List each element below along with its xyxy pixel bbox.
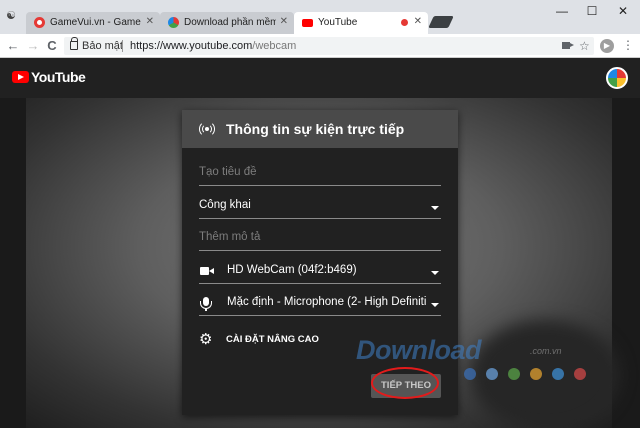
preview-edge-left bbox=[0, 98, 26, 428]
divider bbox=[122, 40, 123, 52]
watermark-dots bbox=[464, 368, 594, 382]
url-path: /webcam bbox=[252, 40, 297, 52]
url-text[interactable]: https://www.youtube.com/webcam bbox=[130, 37, 296, 55]
watermark-dot bbox=[508, 368, 520, 380]
camera-permission-icon[interactable] bbox=[562, 42, 574, 49]
tab-download[interactable]: Download phần mềm m ✕ bbox=[160, 12, 294, 34]
youtube-logo-icon[interactable] bbox=[12, 71, 29, 83]
chevron-down-icon bbox=[431, 303, 439, 307]
privacy-value: Công khai bbox=[199, 199, 251, 211]
close-window-button[interactable]: ✕ bbox=[609, 4, 637, 18]
watermark-logo: Download bbox=[356, 335, 482, 365]
extension-icon[interactable]: ▶ bbox=[600, 39, 614, 53]
title-input[interactable]: Tạo tiêu đề bbox=[199, 162, 441, 186]
camera-select[interactable]: HD WebCam (04f2:b469) bbox=[199, 260, 441, 284]
camera-value: HD WebCam (04f2:b469) bbox=[227, 264, 357, 276]
menu-icon[interactable]: ⋮ bbox=[622, 38, 634, 52]
gear-icon: ⚙ bbox=[199, 331, 213, 348]
tab-title: GameVui.vn - Game hay bbox=[50, 17, 142, 28]
maximize-button[interactable]: ☐ bbox=[578, 4, 606, 18]
chevron-down-icon bbox=[431, 206, 439, 210]
address-bar[interactable]: Bảo mật https://www.youtube.com/webcam ☆ bbox=[64, 37, 594, 55]
lock-icon[interactable] bbox=[70, 37, 78, 50]
dialog-header: Thông tin sự kiện trực tiếp bbox=[182, 110, 458, 148]
minimize-button[interactable]: — bbox=[548, 4, 576, 18]
new-tab-button[interactable] bbox=[428, 16, 454, 28]
gamevui-icon bbox=[34, 17, 45, 28]
reload-button[interactable]: C bbox=[44, 38, 60, 54]
youtube-header: YouTube bbox=[0, 58, 640, 98]
microphone-select[interactable]: Mặc định - Microphone (2- High Definiti bbox=[199, 292, 441, 316]
tab-title: Download phần mềm m bbox=[184, 17, 276, 28]
youtube-logo-text[interactable]: YouTube bbox=[31, 69, 86, 85]
tab-gamevui[interactable]: GameVui.vn - Game hay ✕ bbox=[26, 12, 160, 34]
highlight-circle bbox=[371, 367, 439, 399]
tab-youtube[interactable]: YouTube ✕ bbox=[294, 12, 428, 34]
watermark-dot bbox=[464, 368, 476, 380]
camera-icon bbox=[200, 267, 214, 275]
chevron-down-icon bbox=[431, 271, 439, 275]
profile-icon[interactable]: ☯ bbox=[4, 9, 18, 23]
microphone-value: Mặc định - Microphone (2- High Definiti bbox=[227, 296, 427, 308]
watermark-dot bbox=[486, 368, 498, 380]
avatar[interactable] bbox=[606, 67, 628, 89]
back-button[interactable]: ← bbox=[5, 38, 21, 54]
title-bar: ☯ GameVui.vn - Game hay ✕ Download phần … bbox=[0, 0, 640, 34]
close-icon[interactable]: ✕ bbox=[280, 16, 288, 27]
forward-button[interactable]: → bbox=[25, 38, 41, 54]
security-label[interactable]: Bảo mật bbox=[82, 37, 123, 55]
description-input[interactable]: Thêm mô tả bbox=[199, 227, 441, 251]
advanced-settings-label: CÀI ĐẶT NÂNG CAO bbox=[226, 334, 319, 345]
url-host: https://www.youtube.com bbox=[130, 40, 253, 52]
watermark-domain: .com.vn bbox=[530, 346, 562, 356]
youtube-icon bbox=[302, 19, 313, 27]
description-placeholder: Thêm mô tả bbox=[199, 231, 261, 243]
dialog-title: Thông tin sự kiện trực tiếp bbox=[226, 121, 405, 137]
download-icon bbox=[168, 17, 179, 28]
browser-toolbar: ← → C Bảo mật https://www.youtube.com/we… bbox=[0, 34, 640, 58]
microphone-stand bbox=[205, 308, 207, 311]
live-broadcast-icon bbox=[199, 121, 215, 137]
tab-title: YouTube bbox=[318, 17, 358, 28]
close-icon[interactable]: ✕ bbox=[414, 16, 422, 27]
bookmark-star-icon[interactable]: ☆ bbox=[579, 37, 590, 55]
privacy-select[interactable]: Công khai bbox=[199, 195, 441, 219]
watermark-dot bbox=[530, 368, 542, 380]
microphone-icon bbox=[200, 297, 212, 309]
title-placeholder: Tạo tiêu đề bbox=[199, 166, 257, 178]
recording-icon bbox=[401, 19, 408, 26]
watermark-dot bbox=[552, 368, 564, 380]
close-icon[interactable]: ✕ bbox=[146, 16, 154, 27]
watermark-dot bbox=[574, 368, 586, 380]
